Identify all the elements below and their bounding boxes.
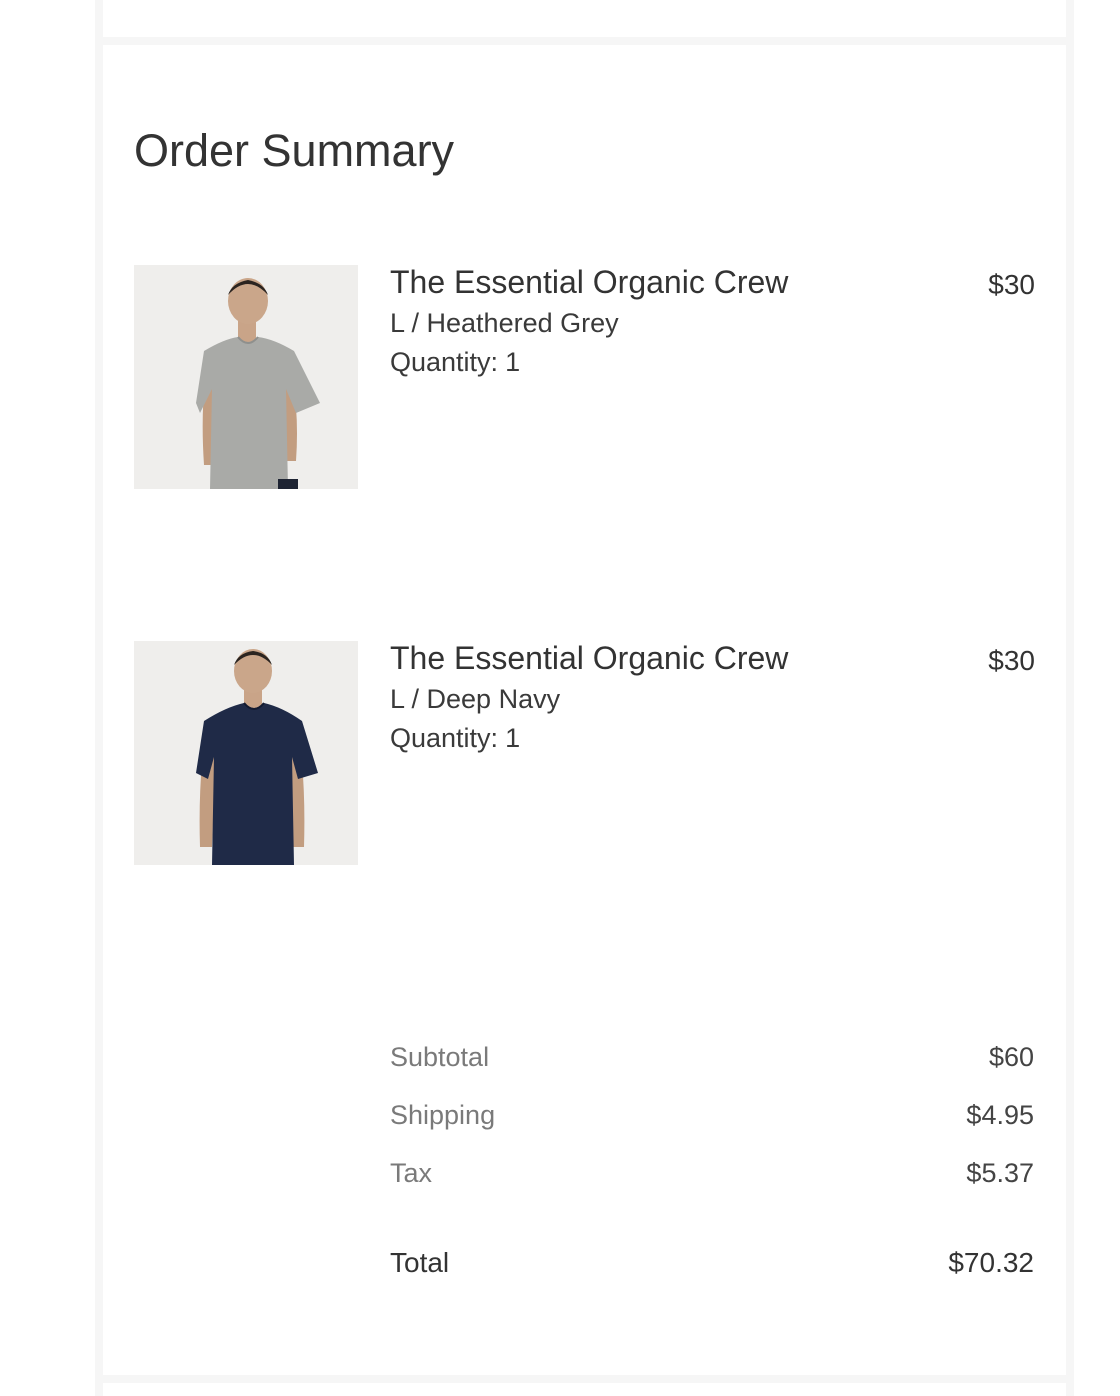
shipping-label: Shipping [390, 1100, 496, 1130]
shipping-row: Shipping $4.95 [390, 1098, 1034, 1132]
subtotal-value: $60 [988, 1042, 1034, 1072]
tax-value: $5.37 [966, 1158, 1034, 1188]
product-photo-grey-tshirt [134, 265, 358, 489]
product-image [134, 641, 358, 865]
product-price: $30 [988, 645, 1035, 676]
order-item: The Essential Organic Crew L / Heathered… [134, 265, 1035, 489]
tax-row: Tax $5.37 [390, 1156, 1034, 1190]
product-image [134, 265, 358, 489]
total-row: Total $70.32 [390, 1246, 1034, 1280]
product-quantity: Quantity: 1 [390, 722, 520, 754]
order-summary-title: Order Summary [134, 125, 455, 176]
quantity-value: 1 [505, 347, 521, 377]
next-section-card [103, 1383, 1066, 1396]
previous-section-card [103, 0, 1066, 37]
product-quantity: Quantity: 1 [390, 346, 520, 378]
subtotal-label: Subtotal [390, 1042, 490, 1072]
total-value: $70.32 [948, 1247, 1034, 1278]
tax-label: Tax [390, 1158, 433, 1188]
subtotal-row: Subtotal $60 [390, 1040, 1034, 1074]
quantity-label: Quantity: [390, 347, 499, 377]
quantity-label: Quantity: [390, 723, 499, 753]
product-variant: L / Heathered Grey [390, 308, 619, 338]
product-name: The Essential Organic Crew [390, 640, 789, 676]
product-variant: L / Deep Navy [390, 684, 561, 714]
checkout-page: Order Summary The Essential Organic Crew… [0, 0, 1120, 1396]
order-item: The Essential Organic Crew L / Deep Navy… [134, 641, 1035, 865]
quantity-value: 1 [505, 723, 521, 753]
shipping-value: $4.95 [966, 1100, 1034, 1130]
product-photo-navy-tshirt [134, 641, 358, 865]
total-label: Total [390, 1247, 450, 1278]
order-summary-card: Order Summary The Essential Organic Crew… [103, 45, 1066, 1375]
product-name: The Essential Organic Crew [390, 264, 789, 300]
product-price: $30 [988, 269, 1035, 300]
